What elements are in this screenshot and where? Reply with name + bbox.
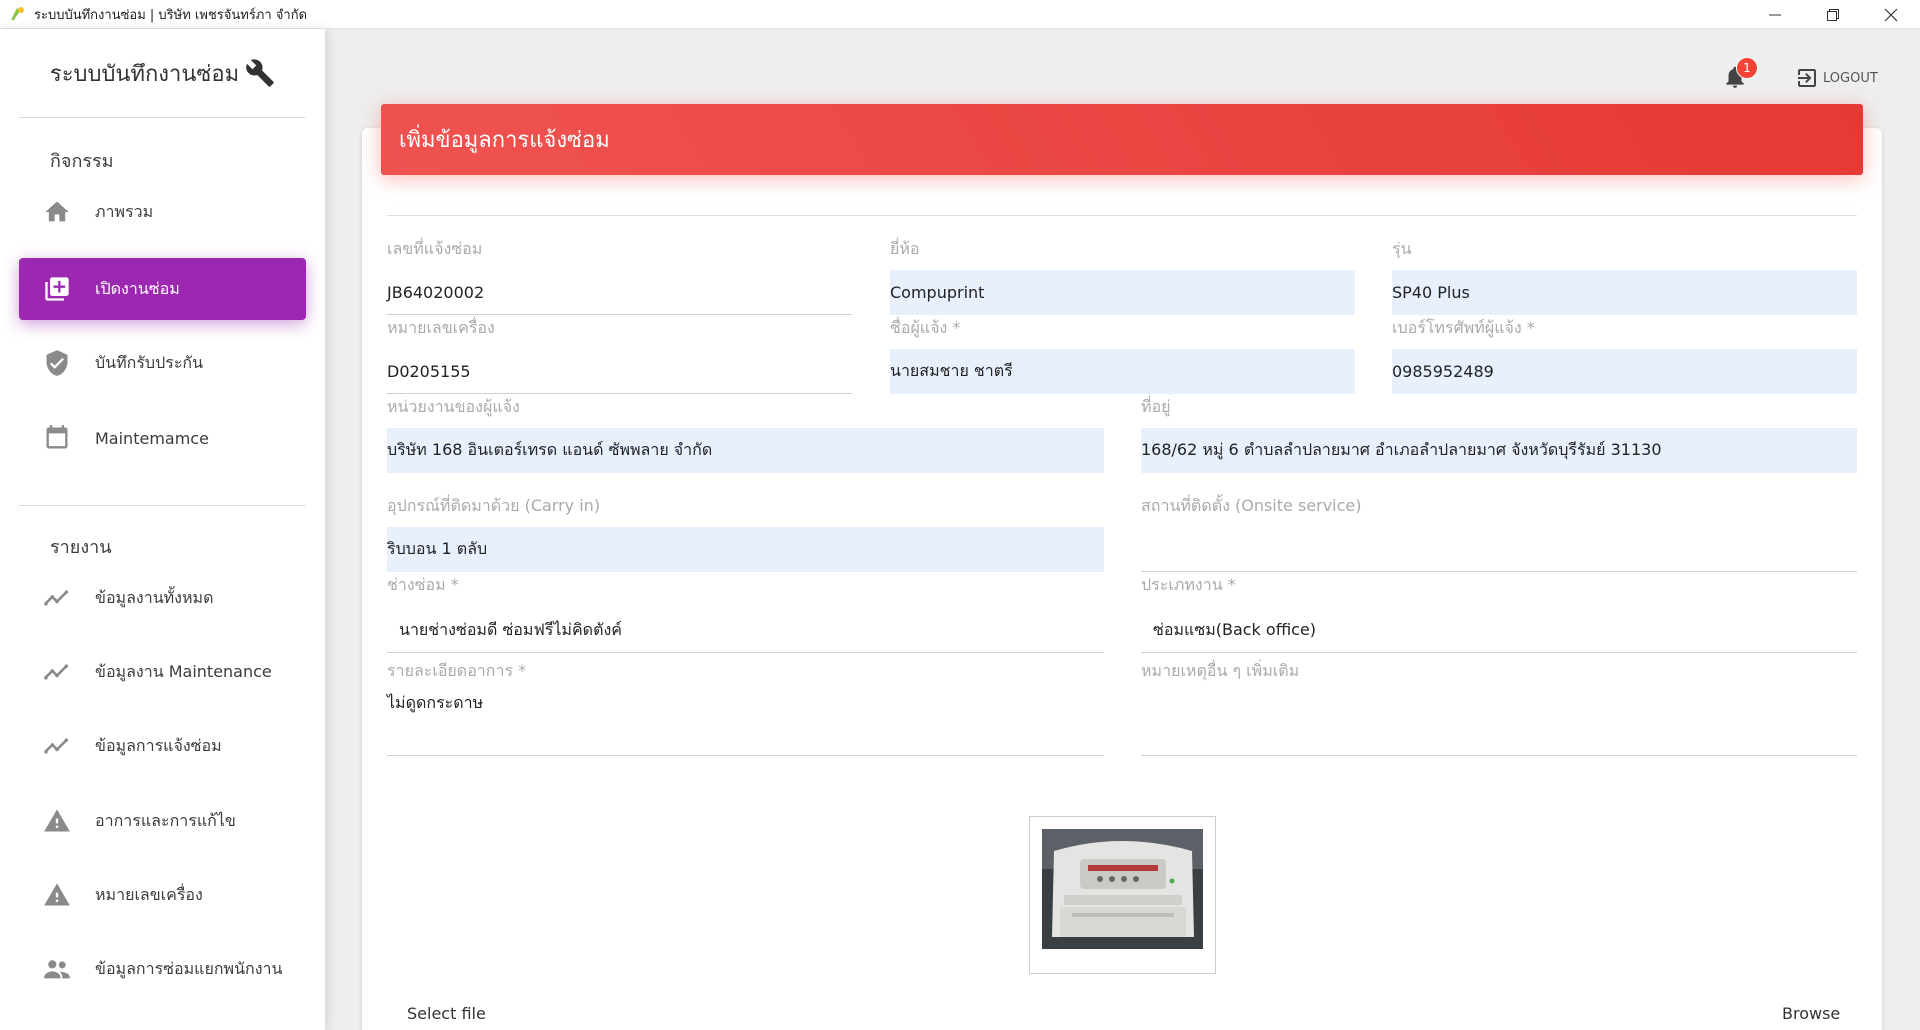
- sidebar-item-label: ภาพรวม: [95, 201, 154, 221]
- logout-button[interactable]: LOGOUT: [1795, 66, 1878, 90]
- remarks-textarea[interactable]: [1141, 681, 1857, 756]
- sidebar-item-warranty[interactable]: บันทึกรับประกัน: [19, 332, 306, 394]
- trending-icon: [44, 664, 69, 680]
- warning-icon: [44, 809, 70, 832]
- sidebar-item-staff-repairs[interactable]: ข้อมูลการซ่อมแยกพนักงาน: [19, 938, 306, 1000]
- image-thumbnail[interactable]: [1029, 816, 1216, 974]
- section-activities: กิจกรรม: [50, 151, 114, 172]
- agency-label: หน่วยงานของผู้แจ้ง: [387, 397, 520, 416]
- phone-field[interactable]: 0985952489: [1392, 349, 1857, 394]
- shield-check-icon: [46, 350, 68, 376]
- trending-icon: [44, 590, 69, 606]
- sidebar-item-label: Maintemamce: [95, 428, 209, 448]
- sidebar-item-label: บันทึกรับประกัน: [95, 352, 204, 372]
- sidebar-divider: [19, 505, 306, 506]
- sidebar-item-maintenance-data[interactable]: ข้อมูลงาน Maintenance: [19, 641, 306, 703]
- close-button[interactable]: [1862, 0, 1920, 29]
- brand-field[interactable]: Compuprint: [890, 270, 1355, 315]
- restore-button[interactable]: [1804, 0, 1862, 29]
- serial-field[interactable]: D0205155: [387, 349, 852, 394]
- reporter-label: ชื่อผู้แจ้ง *: [890, 318, 961, 337]
- job-no-label: เลขที่แจ้งซ่อม: [387, 239, 483, 258]
- logout-icon: [1798, 69, 1816, 87]
- app-icon: [11, 7, 24, 20]
- wrench-icon: [246, 59, 274, 87]
- library-add-icon: [45, 277, 69, 301]
- section-reports: รายงาน: [50, 537, 112, 558]
- address-field[interactable]: 168/62 หมู่ 6 ตำบลลำปลายมาศ อำเภอลำปลายม…: [1141, 428, 1857, 473]
- sidebar-item-label: อาการและการแก้ไข: [95, 810, 236, 830]
- warning-icon: [44, 883, 70, 906]
- people-icon: [44, 960, 70, 979]
- calendar-icon: [46, 425, 68, 449]
- address-label: ที่อยู่: [1141, 397, 1171, 416]
- sidebar-item-open-repair[interactable]: เปิดงานซ่อม: [19, 258, 306, 320]
- brand[interactable]: ระบบบันทึกงานซ่อม: [0, 29, 325, 117]
- sidebar-item-label: หมายเลขเครื่อง: [95, 884, 203, 904]
- job-type-select[interactable]: ซ่อมแซม(Back office): [1141, 608, 1857, 653]
- sidebar: ระบบบันทึกงานซ่อม กิจกรรม ภาพรวม เปิดงาน…: [0, 29, 325, 1030]
- symptom-textarea[interactable]: ไม่ดูดกระดาษ: [387, 681, 1104, 756]
- logout-label: LOGOUT: [1823, 70, 1878, 86]
- onsite-label: สถานที่ติดตั้ง (Onsite service): [1141, 496, 1362, 515]
- technician-label: ช่างซ่อม *: [387, 575, 459, 594]
- brand-label: ยี่ห้อ: [890, 239, 920, 258]
- select-file-label[interactable]: Select file: [407, 1004, 486, 1023]
- trending-icon: [44, 738, 69, 754]
- minimize-icon: [1769, 14, 1781, 15]
- model-field[interactable]: SP40 Plus: [1392, 270, 1857, 315]
- header-divider: [387, 215, 1857, 216]
- sidebar-item-serial-numbers[interactable]: หมายเลขเครื่อง: [19, 864, 306, 926]
- sidebar-item-label: ข้อมูลการแจ้งซ่อม: [95, 735, 222, 755]
- close-icon: [1884, 8, 1898, 21]
- sidebar-item-all-jobs[interactable]: ข้อมูลงานทั้งหมด: [19, 567, 306, 629]
- sidebar-item-repair-requests[interactable]: ข้อมูลการแจ้งซ่อม: [19, 715, 306, 777]
- phone-label: เบอร์โทรศัพท์ผู้แจ้ง *: [1392, 318, 1535, 337]
- sidebar-item-label: ข้อมูลการซ่อมแยกพนักงาน: [95, 958, 283, 978]
- onsite-field[interactable]: [1141, 527, 1857, 572]
- sidebar-item-maintenance[interactable]: Maintemamce: [19, 407, 306, 469]
- sidebar-item-label: ข้อมูลงานทั้งหมด: [95, 587, 214, 607]
- browse-button[interactable]: Browse: [1782, 1004, 1840, 1023]
- sidebar-item-label: เปิดงานซ่อม: [95, 278, 180, 298]
- job-no-field[interactable]: JB64020002: [387, 270, 852, 315]
- brand-title: ระบบบันทึกงานซ่อม: [49, 61, 240, 87]
- form-header: เพิ่มข้อมูลการแจ้งซ่อม: [381, 104, 1863, 175]
- agency-field[interactable]: บริษัท 168 อินเตอร์เทรด แอนด์ ซัพพลาย จำ…: [387, 428, 1104, 473]
- notification-badge: 1: [1736, 57, 1758, 79]
- carry-in-field[interactable]: ริบบอน 1 ตลับ: [387, 527, 1104, 572]
- job-type-label: ประเภทงาน *: [1141, 575, 1236, 594]
- window-titlebar: ระบบบันทึกงานซ่อม | บริษัท เพชรจันทร์ภา …: [0, 0, 1920, 29]
- restore-icon: [1827, 8, 1839, 21]
- sidebar-item-label: ข้อมูลงาน Maintenance: [95, 661, 272, 681]
- model-label: รุ่น: [1392, 239, 1412, 258]
- carry-in-label: อุปกรณ์ที่ติดมาด้วย (Carry in): [387, 496, 601, 515]
- window-title: ระบบบันทึกงานซ่อม | บริษัท เพชรจันทร์ภา …: [34, 7, 308, 23]
- sidebar-divider: [19, 117, 306, 118]
- serial-label: หมายเลขเครื่อง: [387, 318, 495, 337]
- technician-select[interactable]: นายช่างซ่อมดี ซ่อมฟรีไม่คิดตังค์: [387, 608, 1104, 653]
- minimize-button[interactable]: [1746, 0, 1804, 29]
- home-icon: [45, 201, 69, 222]
- reporter-field[interactable]: นายสมชาย ชาตรี: [890, 349, 1355, 394]
- printer-photo: [1042, 829, 1203, 949]
- sidebar-item-overview[interactable]: ภาพรวม: [19, 181, 306, 243]
- sidebar-item-symptoms[interactable]: อาการและการแก้ไข: [19, 790, 306, 852]
